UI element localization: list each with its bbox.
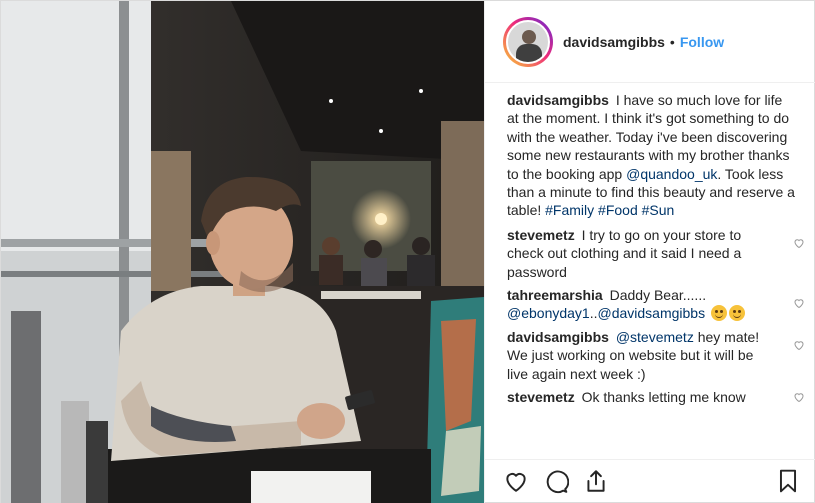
bookmark-icon[interactable] — [775, 468, 801, 494]
smiling-face-emoji — [729, 305, 745, 322]
small-heart-icon[interactable] — [793, 237, 805, 249]
caption-hashtag-food[interactable]: #Food — [598, 202, 638, 218]
comment-mention[interactable]: @davidsamgibbs — [598, 305, 706, 321]
small-heart-icon[interactable] — [793, 339, 805, 351]
post-photo[interactable] — [1, 1, 484, 503]
avatar-story-ring[interactable] — [503, 16, 553, 67]
caption-mention[interactable]: @quandoo_uk — [626, 166, 717, 182]
comment-text: Ok thanks letting me know — [581, 389, 746, 406]
caption-hashtag-family[interactable]: #Family — [545, 202, 594, 218]
comment-text: Daddy Bear...... — [609, 287, 707, 304]
comment-mention[interactable]: @ebonyday1 — [507, 305, 590, 321]
comment-item: stevemetz Ok thanks letting me know — [507, 388, 804, 406]
speech-bubble-icon[interactable] — [543, 468, 569, 494]
small-heart-icon[interactable] — [793, 297, 805, 309]
avatar[interactable] — [506, 19, 550, 64]
comment-username[interactable]: stevemetz — [507, 227, 575, 243]
post-side-panel: davidsamgibbs • Follow davidsamgibbs I h… — [484, 1, 815, 503]
post-header: davidsamgibbs • Follow — [485, 1, 815, 83]
comment-username[interactable]: stevemetz — [507, 389, 575, 405]
post-actions-bar — [485, 459, 815, 503]
smiling-face-emoji — [711, 305, 727, 322]
comment-text-2: .. — [589, 305, 598, 322]
comment-username[interactable]: tahreemarshia — [507, 287, 603, 303]
comment-username[interactable]: davidsamgibbs — [507, 329, 609, 345]
comment-mention[interactable]: @stevemetz — [616, 329, 694, 345]
small-heart-icon[interactable] — [793, 391, 805, 403]
share-upload-icon[interactable] — [583, 468, 609, 494]
header-username[interactable]: davidsamgibbs — [563, 34, 665, 50]
comment-item: davidsamgibbs @stevemetz hey mate! We ju… — [507, 328, 804, 383]
instagram-post: davidsamgibbs • Follow davidsamgibbs I h… — [0, 0, 815, 503]
caption-username[interactable]: davidsamgibbs — [507, 92, 609, 108]
caption-hashtag-sun[interactable]: #Sun — [642, 202, 675, 218]
follow-button[interactable]: Follow — [680, 34, 724, 50]
restaurant-photo-illustration — [1, 1, 484, 503]
comment-item: stevemetz I try to go on your store to c… — [507, 226, 804, 281]
separator-dot: • — [669, 33, 675, 50]
comments-list: davidsamgibbs I have so much love for li… — [507, 91, 804, 412]
heart-outline-icon[interactable] — [503, 468, 529, 494]
post-caption: davidsamgibbs I have so much love for li… — [507, 91, 797, 220]
comment-item: tahreemarshia Daddy Bear...... @ebonyday… — [507, 286, 804, 323]
